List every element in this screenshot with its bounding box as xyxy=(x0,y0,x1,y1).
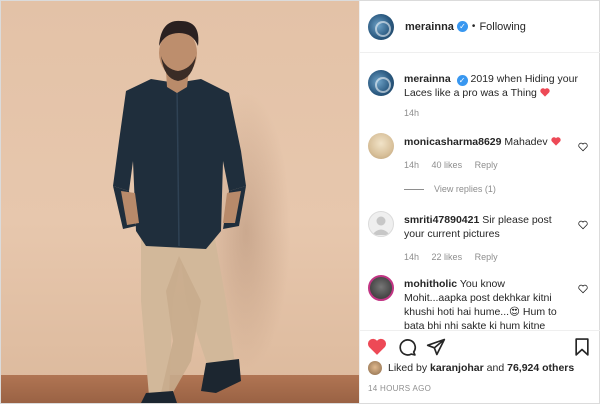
post-photo[interactable] xyxy=(1,1,359,403)
likes-summary: Liked by karanjohar and 76,924 others xyxy=(368,361,598,375)
separator-dot: • xyxy=(471,21,476,32)
comment-meta: 14h 40 likes Reply xyxy=(404,160,508,170)
liked-by-username[interactable]: karanjohar xyxy=(430,362,484,374)
post-timestamp[interactable]: 14 HOURS AGO xyxy=(368,384,431,393)
commenter-username[interactable]: mohitholic xyxy=(404,278,457,290)
commenter-username[interactable]: monicasharma8629 xyxy=(404,136,501,148)
author-username[interactable]: merainna xyxy=(405,21,454,33)
bookmark-icon[interactable] xyxy=(572,337,592,357)
red-heart-emoji-icon xyxy=(540,88,550,97)
caption-text-block: merainna ✓ 2019 when Hiding your Laces l… xyxy=(404,72,589,100)
heart-icon[interactable] xyxy=(367,337,387,357)
comment-like-heart-icon[interactable] xyxy=(578,220,588,230)
likes-count[interactable]: 76,924 others xyxy=(507,362,574,374)
comment-like-heart-icon[interactable] xyxy=(578,142,588,152)
likes-prefix: Liked by xyxy=(388,362,428,374)
view-replies-button[interactable]: View replies (1) xyxy=(404,184,496,194)
comment-text-block: monicasharma8629 Mahadev xyxy=(404,135,564,149)
comment-text-block: smriti47890421 Sir please post your curr… xyxy=(404,213,564,241)
caption-author-avatar[interactable] xyxy=(368,70,394,96)
man-figure-illustration xyxy=(113,20,246,403)
comment-time: 14h xyxy=(404,160,420,170)
reply-button[interactable]: Reply xyxy=(475,252,498,262)
paper-plane-icon[interactable] xyxy=(426,337,446,357)
view-replies-label: View replies (1) xyxy=(434,184,496,194)
default-user-icon xyxy=(372,216,390,235)
comment-text: Mahadev xyxy=(504,136,548,148)
comment-likes[interactable]: 22 likes xyxy=(432,252,463,262)
commenter-avatar[interactable] xyxy=(368,133,394,159)
red-heart-emoji-icon xyxy=(550,137,561,146)
comment-likes[interactable]: 40 likes xyxy=(432,160,463,170)
author-avatar[interactable] xyxy=(368,13,394,40)
caption-time: 14h xyxy=(404,108,420,118)
caption-username[interactable]: merainna xyxy=(404,73,451,85)
comment-time: 14h xyxy=(404,252,420,262)
likes-and: and xyxy=(486,362,505,374)
comment-icon[interactable] xyxy=(397,337,417,357)
following-button[interactable]: Following xyxy=(479,21,525,33)
comment-meta: 14h 22 likes Reply xyxy=(404,252,508,262)
commenter-username[interactable]: smriti47890421 xyxy=(404,214,479,226)
reply-button[interactable]: Reply xyxy=(475,160,498,170)
post-sidebar: merainna ✓ • Following merainna ✓ 2019 w… xyxy=(359,1,600,403)
commenter-avatar-story-ring[interactable] xyxy=(368,275,394,301)
caption-meta: 14h xyxy=(404,108,429,118)
comment-text-block: mohitholic You know Mohit...aapka post d… xyxy=(404,277,564,330)
comment-like-heart-icon[interactable] xyxy=(578,284,588,294)
verified-badge-icon: ✓ xyxy=(456,75,468,86)
post-action-bar xyxy=(360,330,600,360)
view-replies-line xyxy=(404,188,424,190)
comments-list[interactable]: merainna ✓ 2019 when Hiding your Laces l… xyxy=(360,54,600,330)
commenter-avatar[interactable] xyxy=(368,211,394,237)
liker-avatar[interactable] xyxy=(368,361,382,375)
post-header: merainna ✓ • Following xyxy=(360,1,600,53)
verified-badge-icon: ✓ xyxy=(456,21,468,32)
